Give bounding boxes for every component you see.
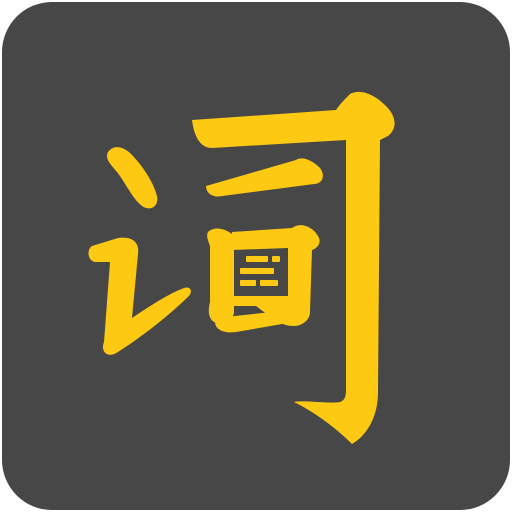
app-icon-svg: 词 <box>2 2 510 510</box>
text-lines-icon <box>240 256 280 286</box>
app-icon[interactable]: 词 <box>0 0 512 512</box>
inner-box-left <box>207 228 234 324</box>
